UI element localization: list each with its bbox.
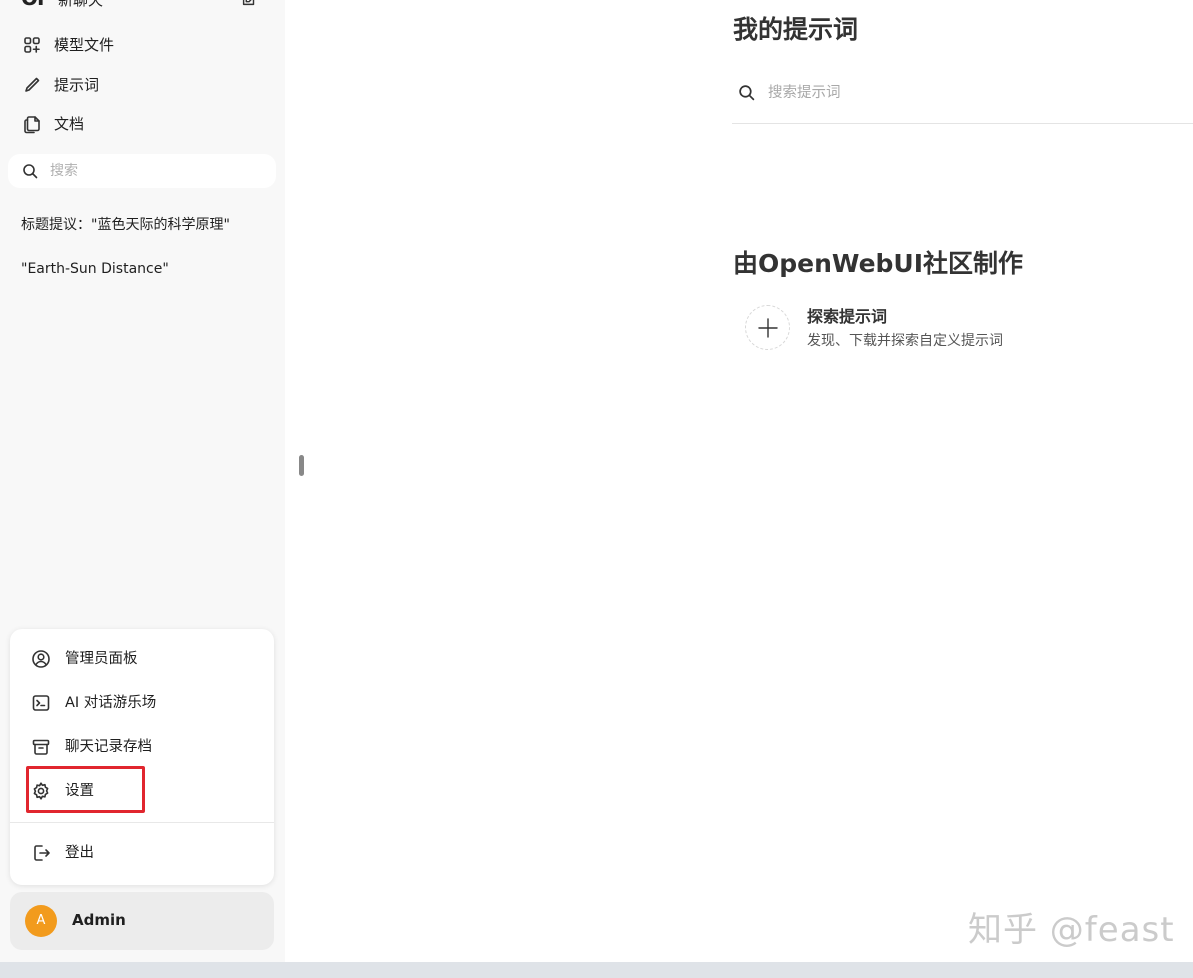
avatar: A (25, 905, 57, 937)
menu-item-label: AI 对话游乐场 (65, 695, 157, 711)
terminal-icon (32, 695, 50, 711)
chat-list-item[interactable]: 标题提议："蓝色天际的科学原理" (10, 209, 275, 241)
prompt-search (732, 72, 1193, 112)
edit-icon[interactable] (240, 0, 258, 8)
user-profile-button[interactable]: A Admin (10, 892, 274, 950)
page-title: 我的提示词 (733, 15, 859, 44)
watermark: 知乎 @feast (968, 910, 1175, 950)
user-circle-icon (32, 650, 50, 668)
prompt-search-input[interactable] (766, 80, 1166, 106)
user-menu: 管理员面板 AI 对话游乐场 聊天记录存档 设置 登出 (10, 629, 274, 885)
divider (732, 123, 1193, 124)
new-chat-button[interactable]: OI 新聊天 (0, 0, 285, 16)
search-icon (23, 164, 38, 179)
menu-item-logout[interactable]: 登出 (18, 833, 266, 873)
discover-description: 发现、下载并探索自定义提示词 (807, 333, 1003, 349)
menu-item-label: 管理员面板 (65, 651, 138, 667)
menu-divider (10, 822, 274, 823)
user-name: Admin (72, 911, 126, 929)
chat-title: "Earth-Sun Distance" (21, 261, 169, 277)
chat-title: 标题提议："蓝色天际的科学原理" (21, 217, 230, 233)
menu-item-playground[interactable]: AI 对话游乐场 (18, 683, 266, 723)
menu-item-label: 登出 (65, 845, 94, 861)
app-window: OI 新聊天 模型文件 提示词 (0, 0, 1193, 978)
sidebar-item-modelfiles[interactable]: 模型文件 (10, 27, 275, 63)
sidebar-item-label: 提示词 (54, 76, 100, 94)
sidebar-search-input[interactable] (48, 159, 258, 183)
menu-item-archived-chats[interactable]: 聊天记录存档 (18, 727, 266, 767)
plus-circle (745, 305, 790, 350)
sidebar-item-documents[interactable]: 文档 (10, 106, 275, 142)
search-icon (739, 85, 755, 101)
logout-icon (34, 845, 50, 861)
menu-item-label: 聊天记录存档 (65, 739, 152, 755)
discover-prompts-link[interactable]: 探索提示词 发现、下载并探索自定义提示词 (740, 300, 1060, 356)
archive-icon (32, 739, 50, 755)
sidebar: OI 新聊天 模型文件 提示词 (0, 0, 285, 962)
bottom-bar (0, 962, 1193, 978)
grid-plus-icon (24, 37, 40, 53)
community-section-title: 由OpenWebUI社区制作 (733, 249, 1024, 278)
chat-list-item[interactable]: "Earth-Sun Distance" (10, 253, 275, 285)
sidebar-item-prompts[interactable]: 提示词 (10, 67, 275, 103)
sidebar-resize-handle[interactable] (299, 455, 304, 476)
discover-title: 探索提示词 (807, 307, 888, 326)
app-logo: OI (21, 0, 44, 8)
settings-highlight-box (26, 766, 145, 813)
sidebar-item-label: 模型文件 (54, 36, 115, 54)
documents-icon (24, 116, 40, 134)
sidebar-search (8, 154, 276, 188)
plus-icon (758, 318, 778, 338)
menu-item-admin-panel[interactable]: 管理员面板 (18, 639, 266, 679)
sidebar-item-label: 文档 (54, 115, 85, 133)
new-chat-label: 新聊天 (58, 0, 104, 9)
pencil-icon (25, 77, 40, 92)
